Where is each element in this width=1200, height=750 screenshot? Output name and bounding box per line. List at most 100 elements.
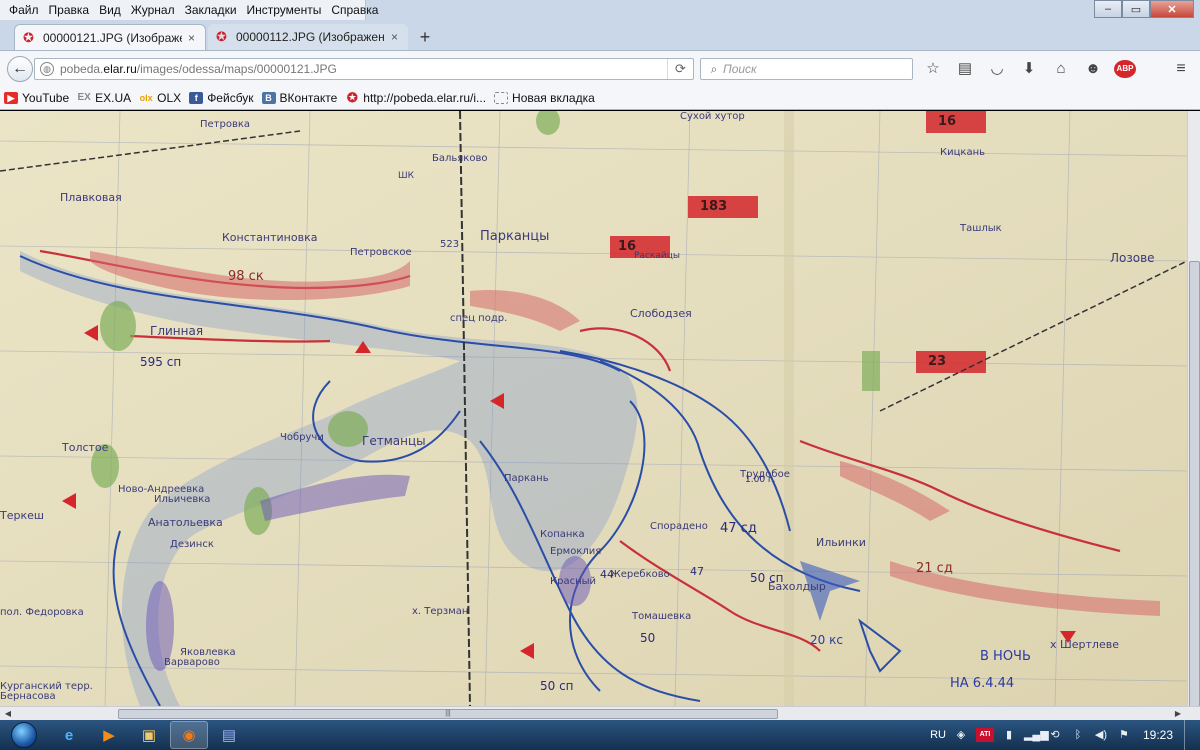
menu-tools[interactable]: Инструменты [242,0,327,20]
map-label: Паркань [504,473,549,484]
search-icon: ⌕ [710,61,718,76]
tab-close-icon[interactable]: × [391,30,398,44]
map-label: спец подр. [450,313,508,324]
bookmark-olx[interactable]: olx OLX [139,91,182,105]
windows-orb-icon [11,722,37,748]
signal-bars-icon[interactable]: ▂▄▆ [1024,728,1049,742]
scroll-right-icon[interactable]: ▶ [1172,708,1184,720]
taskbar-firefox[interactable]: ◉ [170,721,208,749]
bookmark-youtube[interactable]: ▶ YouTube [4,91,69,105]
tab-active[interactable]: ✪ 00000121.JPG (Изображен... × [14,24,206,50]
bookmark-pobeda[interactable]: ✪ http://pobeda.elar.ru/i... [345,91,486,105]
map-label: 98 ск [228,269,264,284]
start-button[interactable] [0,720,48,750]
map-label: х Шертлеве [1050,638,1119,651]
folder-icon: ▣ [141,727,157,744]
bookmark-new-tab[interactable]: Новая вкладка [494,91,595,105]
volume-icon[interactable]: ◀) [1093,728,1109,742]
tab-title: 00000121.JPG (Изображен... [43,30,182,45]
map-label: В НОЧЬ [980,649,1031,664]
download-icon[interactable]: ⬇ [1018,59,1040,79]
bookmark-facebook[interactable]: f Фейсбук [189,91,254,105]
taskbar-ie[interactable]: e [50,721,88,749]
toolbar-icons: ☆ ▤ ◡ ⬇ ⌂ ☻ ABP [922,59,1136,79]
show-desktop-button[interactable] [1184,720,1194,750]
map-label: Чобручи [280,432,324,443]
olx-icon: olx [139,92,153,103]
flag-icon[interactable]: ⚑ [1116,728,1132,742]
image-viewport[interactable]: Петровка Плавковая Константиновка Петровско… [0,111,1187,706]
adblock-icon[interactable]: ABP [1114,60,1136,78]
taskbar-media-player[interactable]: ▶ [90,721,128,749]
clock[interactable]: 19:23 [1143,728,1173,742]
map-label: Ермоклия [550,546,602,557]
sync-icon[interactable]: ⟲ [1047,728,1063,742]
back-button[interactable]: ← [7,56,33,82]
menu-edit[interactable]: Правка [44,0,95,20]
reader-icon[interactable]: ▤ [954,59,976,79]
firefox-icon: ◉ [182,727,196,744]
map-label: Красный [550,576,597,587]
minimize-button[interactable]: – [1094,0,1122,18]
vertical-scroll-thumb[interactable] [1189,261,1200,711]
language-indicator[interactable]: RU [930,729,946,741]
flag-number: 183 [700,199,728,214]
map-label: Ильинки [816,536,866,549]
url-bar[interactable]: ◍ pobeda.elar.ru/images/odessa/maps/0000… [34,58,694,80]
flag-number: 23 [928,354,947,369]
map-label: 47 сд [720,521,757,536]
url-text[interactable]: pobeda.elar.ru/images/odessa/maps/000001… [60,62,667,76]
horizontal-scrollbar[interactable]: ◀ ||| ▶ [0,706,1200,720]
tab-bar: ✪ 00000121.JPG (Изображен... × ✪ 0000011… [0,20,1200,50]
paper-fold [784,111,794,706]
shield-icon[interactable]: ◈ [953,728,969,742]
menu-history[interactable]: Журнал [126,0,180,20]
horizontal-scroll-thumb[interactable]: ||| [118,709,778,719]
map-label: 47 [690,565,704,578]
menu-bookmarks[interactable]: Закладки [180,0,242,20]
vertical-scrollbar[interactable] [1187,111,1200,711]
bookmarks-bar: ▶ YouTube EX EX.UA olx OLX f Фейсбук B В… [0,86,1200,110]
network-icon[interactable]: ▮ [1001,728,1017,742]
tab-inactive[interactable]: ✪ 00000112.JPG (Изображен... × [208,24,408,50]
chat-icon[interactable]: ☻ [1082,59,1104,79]
reload-icon[interactable]: ⟳ [667,59,693,79]
tab-title: 00000112.JPG (Изображен... [236,30,385,44]
maximize-button[interactable]: ▭ [1122,0,1150,18]
vk-icon: B [261,91,276,104]
bookmark-vk[interactable]: B ВКонтакте [261,91,337,105]
menu-view[interactable]: Вид [94,0,126,20]
map-label: Яковлевка [180,647,236,658]
map-label: Варварово [164,657,220,668]
search-placeholder: Поиск [723,62,757,76]
map-label: пол. Федоровка [0,607,84,618]
map-label: 20 кс [810,633,843,647]
bookmark-exua[interactable]: EX EX.UA [77,91,131,105]
ati-icon[interactable]: ATI [975,728,994,742]
tab-close-icon[interactable]: × [188,31,195,45]
pocket-icon[interactable]: ◡ [986,59,1008,79]
map-label: 50 [640,631,656,645]
flag-number: 16 [618,239,637,254]
home-icon[interactable]: ⌂ [1050,59,1072,79]
scroll-left-icon[interactable]: ◀ [2,708,14,720]
menu-items: Файл Правка Вид Журнал Закладки Инструме… [0,0,383,20]
hamburger-menu-icon[interactable]: ≡ [1172,60,1190,78]
ie-icon: e [64,726,74,744]
close-window-button[interactable]: ✕ [1150,0,1194,18]
window-controls: – ▭ ✕ [1094,0,1194,18]
map-label: Томашевка [632,611,692,622]
taskbar-save-app[interactable]: ▤ [210,721,248,749]
map-label: 21 сд [916,561,953,576]
taskbar-explorer[interactable]: ▣ [130,721,168,749]
map-label: Кицкань [940,147,986,158]
search-bar[interactable]: ⌕ Поиск [700,58,913,80]
bookmark-star-icon[interactable]: ☆ [922,59,944,79]
facebook-icon: f [189,91,204,104]
map-label: Глинная [150,324,204,338]
bluetooth-icon[interactable]: ᛒ [1070,728,1086,742]
new-tab-button[interactable]: + [414,26,436,48]
menu-file[interactable]: Файл [4,0,44,20]
menu-help[interactable]: Справка [326,0,383,20]
map-label: 523 [440,239,460,250]
